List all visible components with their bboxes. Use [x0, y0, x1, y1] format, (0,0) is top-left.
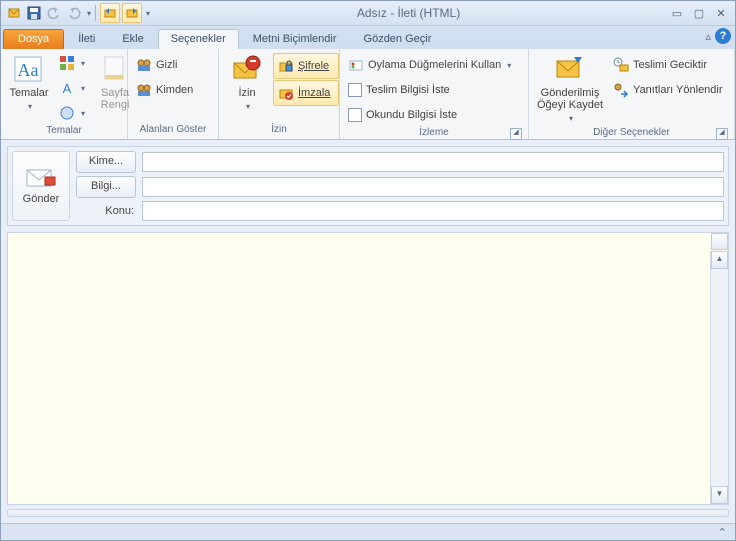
quick-access-toolbar: ▾ ▾ — [5, 3, 150, 23]
window-controls: ▭ ▢ ✕ — [667, 6, 731, 20]
tab-ekle[interactable]: Ekle — [109, 29, 156, 49]
subject-label: Konu: — [76, 205, 136, 217]
send-button[interactable]: Gönder — [12, 151, 70, 221]
scroll-down-icon[interactable]: ▼ — [711, 486, 728, 504]
group-izin: İzin ▾ Şifrele İmzala İzin — [219, 49, 340, 139]
save-sent-item-button[interactable]: Gönderilmiş Öğeyi Kaydet ▾ — [533, 51, 607, 127]
maximize-button[interactable]: ▢ — [689, 6, 709, 20]
from-button[interactable]: Kimden — [132, 78, 197, 102]
tab-metni-bicimlendir[interactable]: Metni Biçimlendir — [240, 29, 350, 49]
themes-button[interactable]: Aa Temalar ▾ — [5, 51, 53, 115]
cc-input[interactable] — [142, 177, 724, 197]
theme-effects-button[interactable]: ▾ — [55, 101, 89, 125]
qa-undo-icon[interactable] — [45, 4, 63, 22]
svg-text:A: A — [63, 81, 72, 96]
group-diger-secenekler: Gönderilmiş Öğeyi Kaydet ▾ Teslimi Gecik… — [529, 49, 735, 139]
tab-gozden-gecir[interactable]: Gözden Geçir — [351, 29, 445, 49]
statusbar: ⌃ — [1, 523, 735, 540]
delay-delivery-button[interactable]: Teslimi Geciktir — [609, 53, 726, 77]
permission-button[interactable]: İzin ▾ — [223, 51, 271, 115]
read-receipt-checkbox[interactable]: Okundu Bilgisi İste — [344, 103, 524, 127]
ribbon-tabs: Dosya İleti Ekle Seçenekler Metni Biçiml… — [1, 26, 735, 49]
cc-button[interactable]: Bilgi... — [76, 176, 136, 198]
qa-attach-icon[interactable] — [5, 4, 23, 22]
page-color-button[interactable]: Sayfa Rengi — [91, 51, 139, 113]
ribbon: Aa Temalar ▾ ▾ A▾ ▾ Sayfa Rengi Temalar — [1, 49, 735, 140]
help-icon[interactable]: ? — [715, 28, 731, 44]
tab-ileti[interactable]: İleti — [65, 29, 108, 49]
send-icon — [25, 167, 57, 189]
diger-dialog-launcher[interactable]: ◢ — [716, 128, 728, 140]
subject-input[interactable] — [142, 201, 724, 221]
to-input[interactable] — [142, 152, 724, 172]
compose-area: Gönder Kime... Bilgi... Konu: — [1, 140, 735, 523]
app-window: ▾ ▾ Adsız - İleti (HTML) ▭ ▢ ✕ Dosya İle… — [0, 0, 736, 541]
tab-secenekler[interactable]: Seçenekler — [158, 29, 239, 49]
statusbar-expand-icon[interactable]: ⌃ — [718, 526, 727, 539]
qa-prev-item-icon[interactable] — [100, 3, 120, 23]
encrypt-button[interactable]: Şifrele — [273, 53, 339, 79]
use-voting-buttons[interactable]: Oylama Düğmelerini Kullan▾ — [344, 53, 524, 77]
send-label: Gönder — [23, 193, 60, 205]
izleme-dialog-launcher[interactable]: ◢ — [510, 128, 522, 140]
svg-text:Aa: Aa — [18, 60, 39, 80]
resize-grip[interactable] — [7, 509, 729, 517]
window-title: Adsız - İleti (HTML) — [150, 6, 667, 20]
group-alanlari-goster: Gizli Kimden Alanları Göster — [128, 49, 219, 139]
titlebar: ▾ ▾ Adsız - İleti (HTML) ▭ ▢ ✕ — [1, 1, 735, 26]
qa-redo-icon[interactable] — [65, 4, 83, 22]
qa-more-icon[interactable]: ▾ — [87, 9, 91, 18]
themes-label: Temalar — [9, 87, 48, 99]
group-temalar: Aa Temalar ▾ ▾ A▾ ▾ Sayfa Rengi Temalar — [1, 49, 128, 139]
sign-button[interactable]: İmzala — [273, 80, 339, 106]
message-body[interactable]: ▲ ▼ — [7, 232, 729, 505]
theme-colors-button[interactable]: ▾ — [55, 51, 89, 75]
minimize-button[interactable]: ▭ — [667, 6, 687, 20]
delivery-receipt-checkbox[interactable]: Teslim Bilgisi İste — [344, 78, 524, 102]
qa-save-icon[interactable] — [25, 4, 43, 22]
to-button[interactable]: Kime... — [76, 151, 136, 173]
bcc-button[interactable]: Gizli — [132, 53, 197, 77]
page-color-label: Sayfa Rengi — [101, 87, 130, 111]
group-izleme: Oylama Düğmelerini Kullan▾ Teslim Bilgis… — [340, 49, 529, 139]
body-scrollbar[interactable]: ▲ ▼ — [710, 251, 728, 504]
theme-fonts-button[interactable]: A▾ — [55, 76, 89, 100]
qa-next-item-icon[interactable] — [122, 3, 142, 23]
scroll-up-icon[interactable]: ▲ — [711, 251, 728, 269]
close-button[interactable]: ✕ — [711, 6, 731, 20]
ribbon-minimize-icon[interactable]: ▵ — [705, 30, 711, 43]
message-header: Gönder Kime... Bilgi... Konu: — [7, 146, 729, 226]
body-options-icon[interactable] — [711, 233, 728, 250]
direct-replies-button[interactable]: Yanıtları Yönlendir — [609, 78, 726, 102]
tab-file[interactable]: Dosya — [3, 29, 64, 49]
